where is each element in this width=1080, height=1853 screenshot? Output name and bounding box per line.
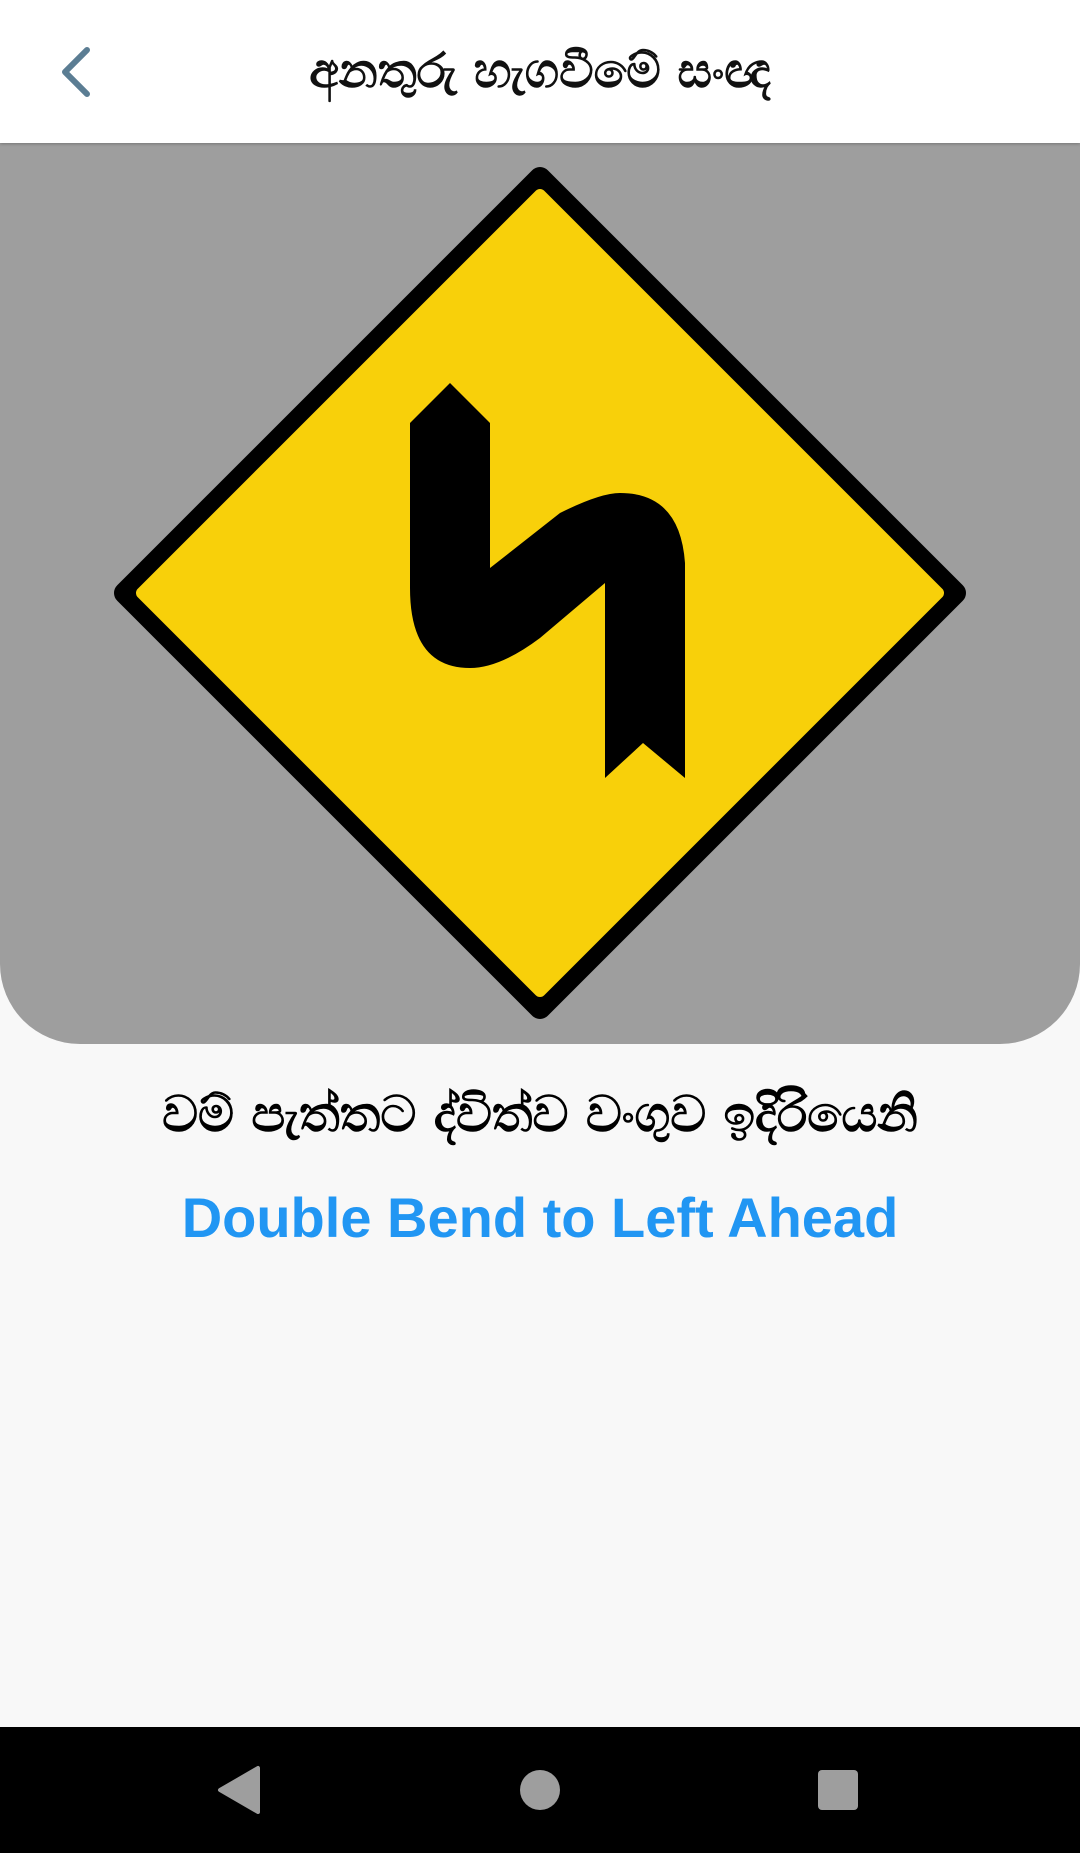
system-home-button[interactable] [500, 1750, 580, 1830]
back-button[interactable] [36, 30, 120, 114]
circle-home-icon [520, 1770, 560, 1810]
triangle-back-icon [218, 1766, 260, 1814]
chevron-left-icon [62, 47, 90, 97]
app-bar: අනතුරු හැගවීමේ සංඥ [0, 0, 1080, 143]
system-navigation-bar [0, 1727, 1080, 1853]
system-recents-button[interactable] [798, 1750, 878, 1830]
square-recents-icon [818, 1770, 858, 1810]
sign-image-panel [0, 143, 1080, 1044]
double-bend-left-sign-icon [114, 167, 966, 1019]
system-back-button[interactable] [200, 1750, 280, 1830]
sign-name-english: Double Bend to Left Ahead [181, 1186, 899, 1249]
page-title: අනතුරු හැගවීමේ සංඥ [309, 43, 771, 99]
sign-name-sinhala: වම් පැත්තට ද්විත්ව වංගුව ඉදිරියෙනි [162, 1085, 918, 1143]
